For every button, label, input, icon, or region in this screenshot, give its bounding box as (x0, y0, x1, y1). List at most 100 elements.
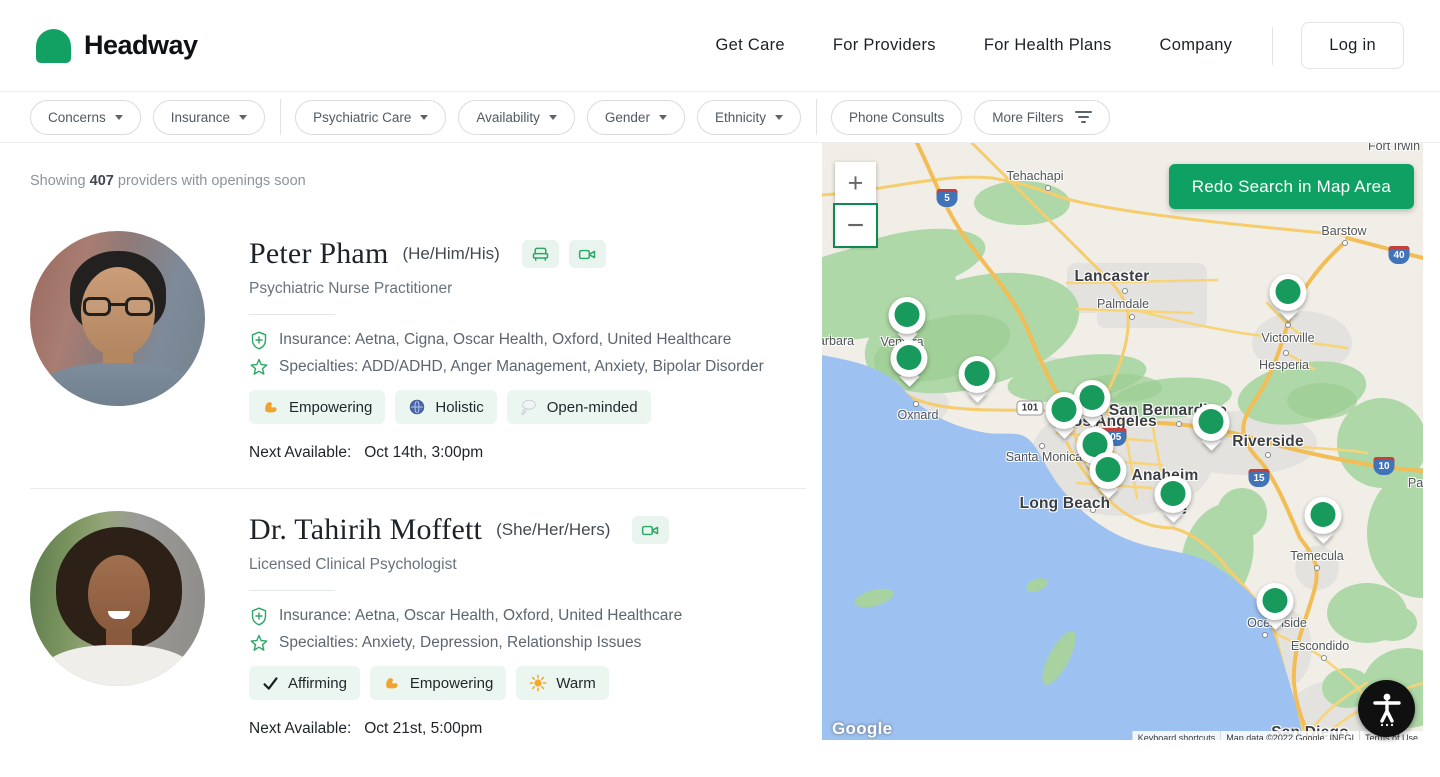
map-city-label: Barstow (1321, 224, 1366, 238)
specialties-line: Specialties: Anxiety, Depression, Relati… (249, 633, 682, 653)
chevron-down-icon (115, 115, 123, 120)
nav-divider (1272, 27, 1273, 65)
map-canvas: Fort Irwin Tehachapi Barstow Lancaster Palmd… (822, 143, 1423, 740)
nav-company[interactable]: Company (1160, 36, 1233, 55)
provider-pronouns: (He/Him/His) (402, 244, 499, 264)
map-town-dot (1285, 322, 1291, 328)
provider-map-pin[interactable] (1257, 583, 1294, 631)
route-shield-icon: 15 (1249, 469, 1270, 487)
provider-name[interactable]: Peter Pham (249, 237, 388, 271)
provider-name[interactable]: Dr. Tahirih Moffett (249, 513, 482, 547)
chevron-down-icon (775, 115, 783, 120)
map-town-dot (1039, 443, 1045, 449)
filter-label: More Filters (992, 110, 1063, 125)
map-city-label: Temecula (1290, 549, 1344, 563)
provider-map-pin[interactable] (959, 356, 996, 404)
map-city-label: Palmdale (1097, 297, 1149, 311)
map-city-label: Fort Irwin (1368, 143, 1420, 153)
route-shield-icon: 40 (1389, 246, 1410, 264)
zoom-out-button[interactable]: − (835, 205, 876, 246)
nav-get-care[interactable]: Get Care (716, 36, 785, 55)
globe-emoji-icon (408, 398, 426, 416)
filter-availability[interactable]: Availability (458, 100, 575, 135)
map-city-label: arbara (822, 334, 854, 348)
map-town-dot (1321, 655, 1327, 661)
badge-empowering: Empowering (370, 666, 506, 700)
headway-logo[interactable]: Headway (36, 29, 198, 63)
filter-divider (816, 99, 817, 135)
divider (249, 314, 335, 315)
filter-more-filters[interactable]: More Filters (974, 100, 1109, 135)
provider-map-pin[interactable] (1090, 452, 1127, 500)
map-city-label: Oxnard (898, 408, 939, 422)
keyboard-shortcuts-link[interactable]: Keyboard shortcuts (1132, 731, 1221, 740)
filter-insurance[interactable]: Insurance (153, 100, 265, 135)
star-icon (249, 357, 269, 377)
filter-gender[interactable]: Gender (587, 100, 685, 135)
chevron-down-icon (549, 115, 557, 120)
header-nav: Get Care For Providers For Health Plans … (668, 22, 1404, 69)
map-city-label: Hesperia (1259, 358, 1309, 372)
map-data-attribution: Map data ©2022 Google, INEGI (1220, 731, 1359, 740)
map[interactable]: Fort Irwin Tehachapi Barstow Lancaster Palmd… (822, 143, 1423, 740)
zoom-in-button[interactable]: + (835, 162, 876, 203)
results-count: 407 (90, 173, 114, 189)
redo-search-button[interactable]: Redo Search in Map Area (1169, 164, 1414, 209)
route-shield-icon: 10 (1374, 457, 1395, 475)
filter-psychiatric-care[interactable]: Psychiatric Care (295, 100, 446, 135)
nav-for-health-plans[interactable]: For Health Plans (984, 36, 1112, 55)
route-shield-icon: 5 (937, 189, 958, 207)
badge-warm: Warm (516, 666, 608, 700)
login-button[interactable]: Log in (1301, 22, 1404, 69)
provider-map-pin[interactable] (1270, 274, 1307, 322)
map-zoom-controls: + − (835, 162, 876, 246)
filter-label: Ethnicity (715, 110, 766, 125)
filter-lines-icon (1075, 111, 1092, 123)
map-town-dot (913, 401, 919, 407)
map-city-label: Palm S (1408, 476, 1423, 490)
headway-logo-icon (36, 29, 71, 63)
chevron-down-icon (239, 115, 247, 120)
provider-map-pin[interactable] (1193, 404, 1230, 452)
insurance-line: Insurance: Aetna, Oscar Health, Oxford, … (249, 606, 682, 626)
star-icon (249, 633, 269, 653)
provider-map-pin[interactable] (891, 340, 928, 388)
provider-photo[interactable] (30, 231, 205, 406)
in-person-chair-icon (522, 240, 559, 268)
next-available: Next Available:Oct 14th, 3:00pm (249, 444, 764, 462)
header: Headway Get Care For Providers For Healt… (0, 0, 1440, 92)
provider-photo[interactable] (30, 511, 205, 686)
nav-for-providers[interactable]: For Providers (833, 36, 936, 55)
map-town-dot (1129, 314, 1135, 320)
provider-card-peter-pham[interactable]: Peter Pham (He/Him/His) Psychiatric Nurs… (30, 213, 806, 488)
map-city-label: Tehachapi (1007, 169, 1064, 183)
muscle-emoji-icon (262, 398, 280, 416)
filter-ethnicity[interactable]: Ethnicity (697, 100, 801, 135)
provider-map-pin[interactable] (1155, 476, 1192, 524)
provider-pronouns: (She/Her/Hers) (496, 520, 610, 540)
provider-title: Psychiatric Nurse Practitioner (249, 280, 764, 298)
next-available-time: Oct 21st, 5:00pm (364, 720, 482, 737)
map-city-label: Escondido (1291, 639, 1349, 653)
accessibility-person-icon (1371, 691, 1403, 727)
filter-label: Phone Consults (849, 110, 944, 125)
next-available-time: Oct 14th, 3:00pm (364, 444, 483, 461)
accessibility-button[interactable] (1358, 680, 1415, 737)
personality-badges: Empowering Holistic Open-minded (249, 390, 764, 424)
map-town-dot (1262, 632, 1268, 638)
badge-empowering: Empowering (249, 390, 385, 424)
filter-label: Insurance (171, 110, 230, 125)
provider-card-tahirih-moffett[interactable]: Dr. Tahirih Moffett (She/Her/Hers) Licen… (30, 488, 806, 764)
filter-divider (280, 99, 281, 135)
provider-map-pin[interactable] (889, 297, 926, 345)
video-icon (632, 516, 669, 544)
next-available: Next Available:Oct 21st, 5:00pm (249, 720, 682, 738)
filter-phone-consults[interactable]: Phone Consults (831, 100, 962, 135)
map-city-label: Lancaster (1074, 268, 1149, 286)
badge-open-minded: Open-minded (507, 390, 651, 424)
map-town-dot (1045, 185, 1051, 191)
provider-map-pin[interactable] (1305, 497, 1342, 545)
map-town-dot (1342, 240, 1348, 246)
filter-label: Gender (605, 110, 650, 125)
filter-concerns[interactable]: Concerns (30, 100, 141, 135)
